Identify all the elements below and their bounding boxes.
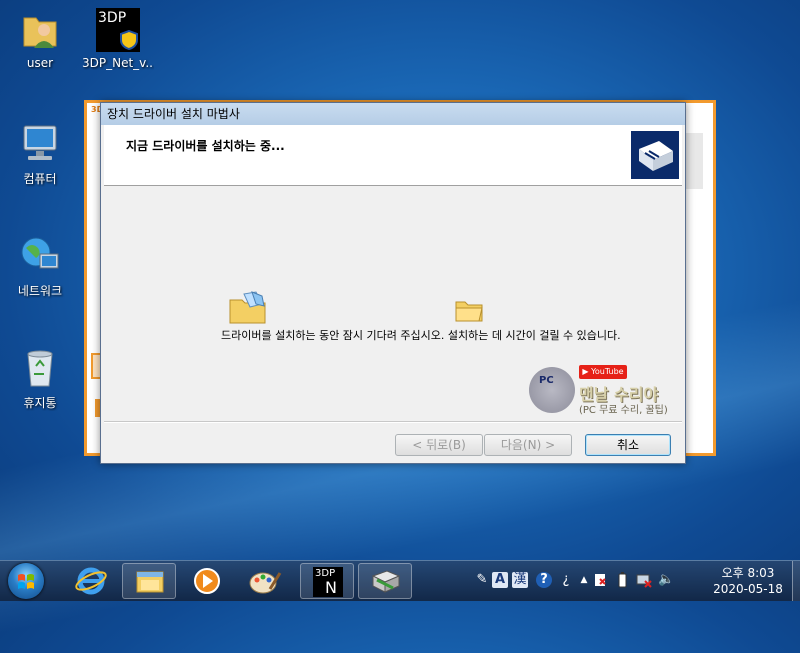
media-player-icon <box>194 568 220 594</box>
clock[interactable]: 오후 8:03 2020-05-18 <box>700 565 796 597</box>
show-desktop-button[interactable] <box>792 561 800 601</box>
taskbar: 3DP N ✎ A 漢 ? ¿ ▲ 🔈 오후 8:03 2020-05-18 <box>0 560 800 601</box>
clock-time: 오후 8:03 <box>721 566 775 580</box>
desktop-icon-network[interactable]: 네트워크 <box>4 234 76 299</box>
computer-icon <box>18 122 62 166</box>
3dp-net-icon: 3DP <box>96 8 140 52</box>
desktop-icon-label: 컴퓨터 <box>23 172 57 186</box>
ime-options-icon[interactable]: ¿ <box>558 572 574 588</box>
next-button[interactable]: 다음(N) > <box>484 434 572 456</box>
taskbar-paint[interactable] <box>238 563 292 599</box>
3dp-net-task-icon: 3DP N <box>313 567 343 597</box>
driver-install-wizard[interactable]: 장치 드라이버 설치 마법사 지금 드라이버를 설치하는 중... 드라이버를 … <box>100 102 686 464</box>
ime-tool-icon[interactable]: ✎ <box>474 572 490 588</box>
button-separator <box>104 421 682 423</box>
ime-mode-a[interactable]: A <box>492 572 508 588</box>
desktop-icon-label: 3DP_Net_v... <box>82 56 154 70</box>
start-button[interactable] <box>4 561 48 601</box>
desktop-icon-recycle-bin[interactable]: 휴지통 <box>4 346 76 411</box>
desktop-icon-computer[interactable]: 컴퓨터 <box>4 122 76 187</box>
user-folder-icon <box>18 8 62 52</box>
network-disconnected-icon[interactable] <box>636 572 652 588</box>
taskbar-3dp-net[interactable]: 3DP N <box>300 563 354 599</box>
action-center-icon[interactable] <box>592 572 608 588</box>
show-hidden-icons-icon[interactable]: ▲ <box>576 572 592 588</box>
desktop-icon-3dp-net[interactable]: 3DP 3DP_Net_v... <box>82 8 154 70</box>
internet-explorer-icon <box>75 567 107 595</box>
youtube-badge: ▶ YouTube <box>579 365 627 379</box>
driver-setup-task-icon <box>371 570 401 593</box>
taskbar-media-player[interactable] <box>180 563 234 599</box>
power-icon[interactable] <box>614 572 630 588</box>
taskbar-explorer[interactable] <box>122 563 176 599</box>
paint-icon <box>249 572 282 594</box>
desktop-icon-label: user <box>26 56 54 70</box>
network-icon <box>18 234 62 278</box>
volume-icon[interactable]: 🔈 <box>658 572 674 588</box>
desktop-icon-label: 네트워크 <box>17 284 63 298</box>
channel-logo: PC <box>529 367 575 413</box>
windows-explorer-icon <box>136 571 164 593</box>
recycle-bin-icon <box>18 346 62 390</box>
taskbar-driver-setup[interactable] <box>358 563 412 599</box>
copy-animation-source-folder-icon <box>228 290 268 326</box>
youtube-watermark: PC ▶ YouTube 맨날 수리야 (PC 무료 수리, 꿀팁) <box>529 361 679 417</box>
ime-hanja[interactable]: 漢 <box>512 572 528 588</box>
desktop-icon-user[interactable]: user <box>4 8 76 70</box>
hardware-wizard-icon <box>631 131 679 179</box>
channel-subtitle: (PC 무료 수리, 꿀팁) <box>579 405 668 416</box>
wizard-titlebar[interactable]: 장치 드라이버 설치 마법사 <box>101 103 685 125</box>
windows-logo-icon <box>8 563 44 599</box>
clock-date: 2020-05-18 <box>713 582 783 596</box>
desktop-icon-label: 휴지통 <box>23 396 57 410</box>
copy-animation-dest-folder-icon <box>454 296 484 324</box>
back-button[interactable]: < 뒤로(B) <box>395 434 483 456</box>
wizard-message: 드라이버를 설치하는 동안 잠시 기다려 주십시오. 설치하는 데 시간이 걸릴… <box>221 329 621 342</box>
help-icon[interactable]: ? <box>536 572 552 588</box>
wizard-heading: 지금 드라이버를 설치하는 중... <box>126 139 285 153</box>
wizard-header: 지금 드라이버를 설치하는 중... <box>104 125 682 186</box>
cancel-button[interactable]: 취소 <box>585 434 671 456</box>
taskbar-ie[interactable] <box>64 563 118 599</box>
